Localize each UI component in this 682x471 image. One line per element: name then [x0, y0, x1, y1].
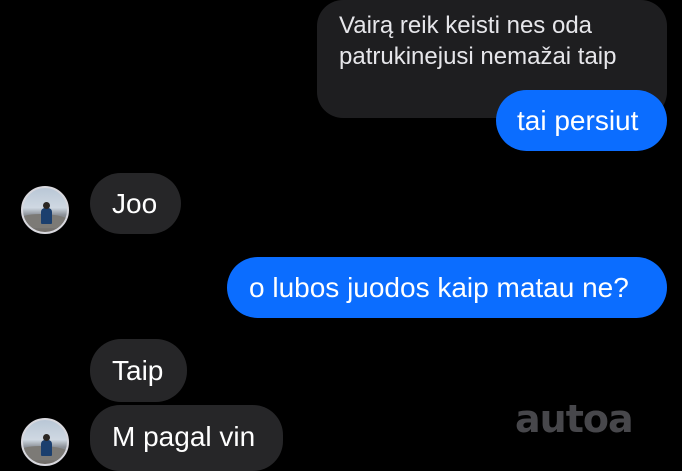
- message-text: M pagal vin: [112, 421, 256, 452]
- outgoing-message-bubble[interactable]: o lubos juodos kaip matau ne?: [227, 257, 667, 318]
- quoted-message-line-2: patrukinejusi nemažai taip: [339, 43, 617, 70]
- incoming-message-bubble[interactable]: M pagal vin: [90, 405, 283, 471]
- message-text: tai persiut: [517, 105, 639, 136]
- outgoing-message-bubble[interactable]: tai persiut: [496, 90, 667, 151]
- message-text: Taip: [112, 355, 164, 386]
- message-text: Joo: [112, 188, 158, 219]
- message-text: o lubos juodos kaip matau ne?: [249, 272, 629, 303]
- contact-avatar-icon[interactable]: [21, 418, 69, 466]
- watermark-logo: autoa: [515, 397, 634, 441]
- incoming-message-bubble[interactable]: Taip: [90, 339, 187, 402]
- contact-avatar-icon[interactable]: [21, 186, 69, 234]
- quoted-message-line-1: Vairą reik keisti nes oda: [339, 12, 593, 39]
- incoming-message-bubble[interactable]: Joo: [90, 173, 181, 234]
